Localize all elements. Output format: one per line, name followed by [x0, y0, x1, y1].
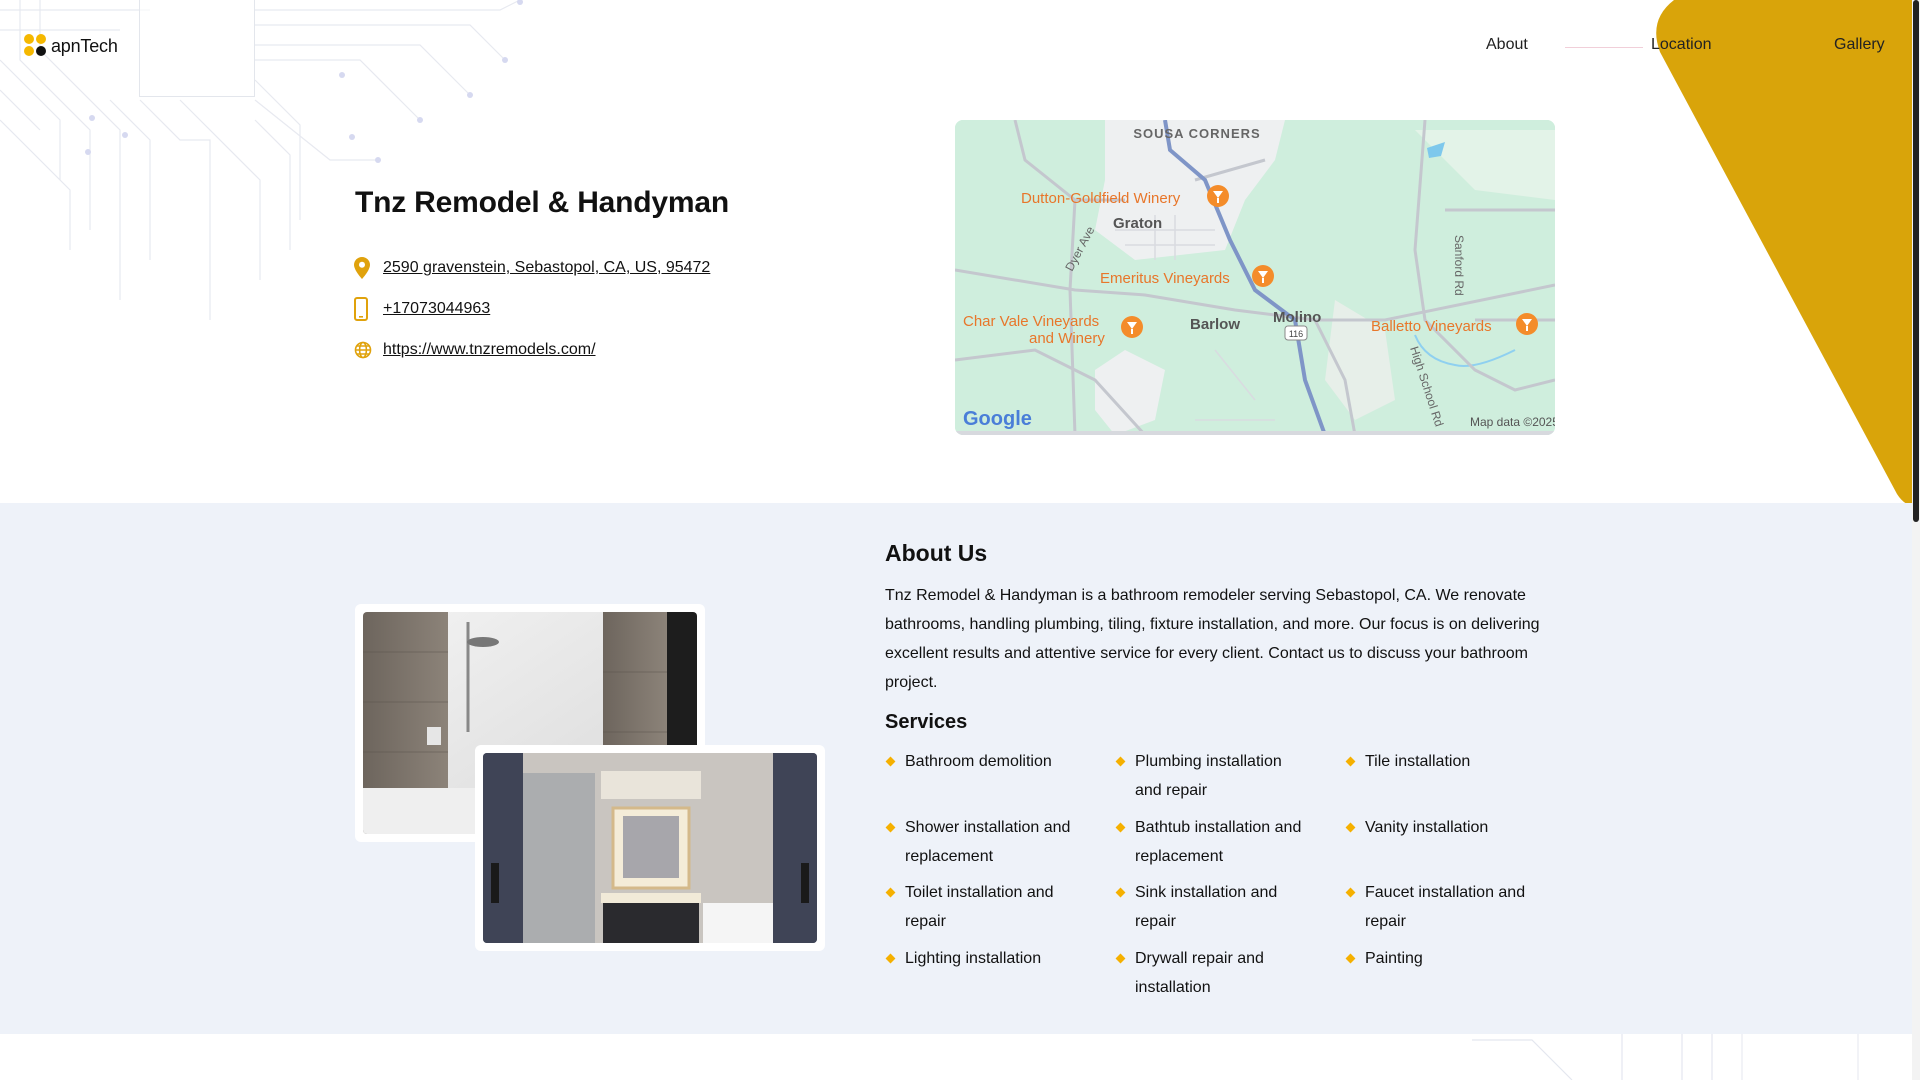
- logo-text: apnTech: [51, 35, 118, 56]
- mobile-phone-icon: [354, 297, 376, 321]
- nav-location-link[interactable]: Location: [1651, 36, 1712, 54]
- phone-link[interactable]: +17073044963: [383, 300, 490, 318]
- address-link[interactable]: 2590 gravenstein, Sebastopol, CA, US, 95…: [383, 259, 710, 277]
- map-label-sanford-rd: Sanford Rd: [1452, 235, 1466, 296]
- page: apnTech About Location Gallery Tnz Remod…: [0, 0, 1912, 1080]
- map-label-balletto: Balletto Vineyards: [1371, 318, 1492, 335]
- map-label-sousa-corners: SOUSA CORNERS: [1133, 126, 1260, 141]
- service-item: Sink installation and repair: [1115, 878, 1310, 936]
- map-label-char-vale-2: and Winery: [1029, 330, 1105, 347]
- nav-about-link[interactable]: About: [1486, 36, 1528, 54]
- nav-decoration-line: [1565, 47, 1643, 48]
- bathroom-photo-2: [475, 745, 825, 951]
- about-description: Tnz Remodel & Handyman is a bathroom rem…: [885, 587, 1540, 691]
- map-route-label: 116: [1289, 329, 1303, 339]
- google-logo: Google: [963, 408, 1032, 430]
- service-item: Tile installation: [1345, 747, 1540, 776]
- location-map[interactable]: 116 SOUSA CORNERS Dutton-Goldfield Winer…: [955, 120, 1555, 435]
- page-scrollbar[interactable]: [1912, 0, 1920, 1080]
- service-item: Plumbing installation and repair: [1115, 747, 1310, 805]
- about-section: About Us Tnz Remodel & Handyman is a bat…: [0, 503, 1912, 1034]
- map-scroll-bar: [955, 431, 1555, 435]
- service-item: Shower installation and replacement: [885, 813, 1080, 871]
- globe-icon: [354, 338, 376, 362]
- phone-row: +17073044963: [354, 297, 490, 321]
- scrollbar-thumb[interactable]: [1913, 0, 1919, 522]
- address-row: 2590 gravenstein, Sebastopol, CA, US, 95…: [354, 256, 710, 280]
- about-title: About Us: [885, 540, 988, 566]
- service-item: Vanity installation: [1345, 813, 1540, 842]
- map-label-barlow: Barlow: [1190, 316, 1240, 333]
- website-link[interactable]: https://www.tnzremodels.com/: [383, 341, 596, 359]
- website-row: https://www.tnzremodels.com/: [354, 338, 596, 362]
- business-name: Tnz Remodel & Handyman: [355, 186, 729, 219]
- service-item: Bathtub installation and replacement: [1115, 813, 1310, 871]
- services-title: Services: [885, 711, 968, 733]
- map-label-dutton: Dutton-Goldfield Winery: [1021, 190, 1181, 207]
- service-item: Toilet installation and repair: [885, 878, 1080, 936]
- nav-gallery-link[interactable]: Gallery: [1834, 36, 1885, 54]
- logo-decoration-box: [139, 0, 255, 97]
- map-data-attribution: Map data ©2025: [1470, 415, 1555, 429]
- header: apnTech About Location Gallery: [0, 0, 1912, 97]
- location-pin-icon: [354, 256, 376, 280]
- map-label-char-vale-1: Char Vale Vineyards: [963, 313, 1099, 330]
- logo[interactable]: apnTech: [24, 32, 118, 60]
- service-item: Drywall repair and installation: [1115, 944, 1310, 1002]
- map-label-emeritus: Emeritus Vineyards: [1100, 270, 1230, 287]
- map-label-molino: Molino: [1273, 309, 1321, 326]
- service-item: Bathroom demolition: [885, 747, 1080, 776]
- logo-mark-icon: [24, 34, 48, 58]
- service-item: Faucet installation and repair: [1345, 878, 1540, 936]
- service-item: Lighting installation: [885, 944, 1080, 973]
- service-item: Painting: [1345, 944, 1540, 973]
- map-label-graton: Graton: [1113, 215, 1162, 232]
